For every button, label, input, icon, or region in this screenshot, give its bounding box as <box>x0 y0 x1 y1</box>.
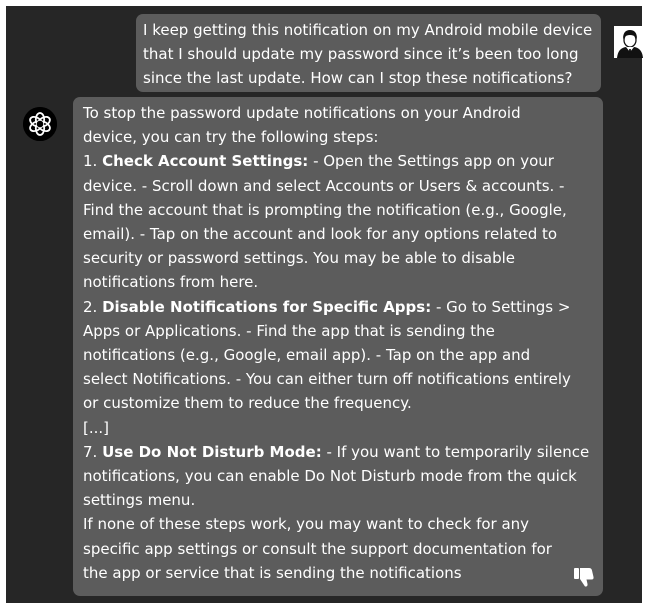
step-number: 1. <box>83 152 103 171</box>
assistant-text-line: select Notifications. - You can either t… <box>83 370 571 389</box>
user-message: I keep getting this notification on my A… <box>136 14 601 92</box>
assistant-text-line: Find the account that is prompting the n… <box>83 200 567 219</box>
user-message-line: since the last update. How can I stop th… <box>143 69 573 88</box>
assistant-text-line: email). - Tap on the account and look fo… <box>83 225 558 244</box>
assistant-text-line: the app or service that is sending the n… <box>83 563 462 582</box>
step-number: 2. <box>83 297 103 316</box>
assistant-text-line: notifications (e.g., Google, email app).… <box>83 346 531 365</box>
assistant-text-line: settings menu. <box>83 491 196 510</box>
assistant-text-line: To stop the password update notification… <box>83 104 521 122</box>
step-heading-line: 1. Check Account Settings: - Open the Se… <box>83 149 593 173</box>
chat-window: I keep getting this notification on my A… <box>6 6 646 603</box>
step-number: 7. <box>83 442 103 461</box>
assistant-text-line: device. - Scroll down and select Account… <box>83 176 565 195</box>
assistant-text-line: or customize them to reduce the frequenc… <box>83 394 412 413</box>
step-title: Use Do Not Disturb Mode: <box>102 442 322 461</box>
thumbs-down-icon[interactable] <box>573 566 595 588</box>
openai-logo-icon <box>23 107 57 141</box>
assistant-message: To stop the password update notification… <box>73 97 603 596</box>
user-avatar-icon <box>614 26 646 58</box>
assistant-text-line: device, you can try the following steps: <box>83 128 379 147</box>
assistant-text-line: notifications from here. <box>83 273 259 292</box>
assistant-text-line: If none of these steps work, you may wan… <box>83 515 530 534</box>
step-heading-line: 7. Use Do Not Disturb Mode: - If you wan… <box>83 440 593 464</box>
user-message-line: I keep getting this notification on my A… <box>143 21 593 39</box>
step-text: - If you want to temporarily silence <box>321 442 590 461</box>
ellipsis-line: [...] <box>83 418 110 437</box>
step-text: - Go to Settings > <box>431 297 571 316</box>
assistant-text-line: notifications, you can enable Do Not Dis… <box>83 467 577 486</box>
step-heading-line: 2. Disable Notifications for Specific Ap… <box>83 295 593 319</box>
assistant-text-line: specific app settings or consult the sup… <box>83 539 552 558</box>
user-message-line: that I should update my password since i… <box>143 45 579 64</box>
step-text: - Open the Settings app on your <box>308 152 554 171</box>
step-title: Check Account Settings: <box>102 152 309 171</box>
assistant-text-line: Apps or Applications. - Find the app tha… <box>83 321 495 340</box>
assistant-text-line: security or password settings. You may b… <box>83 249 516 268</box>
step-title: Disable Notifications for Specific Apps: <box>102 297 432 316</box>
